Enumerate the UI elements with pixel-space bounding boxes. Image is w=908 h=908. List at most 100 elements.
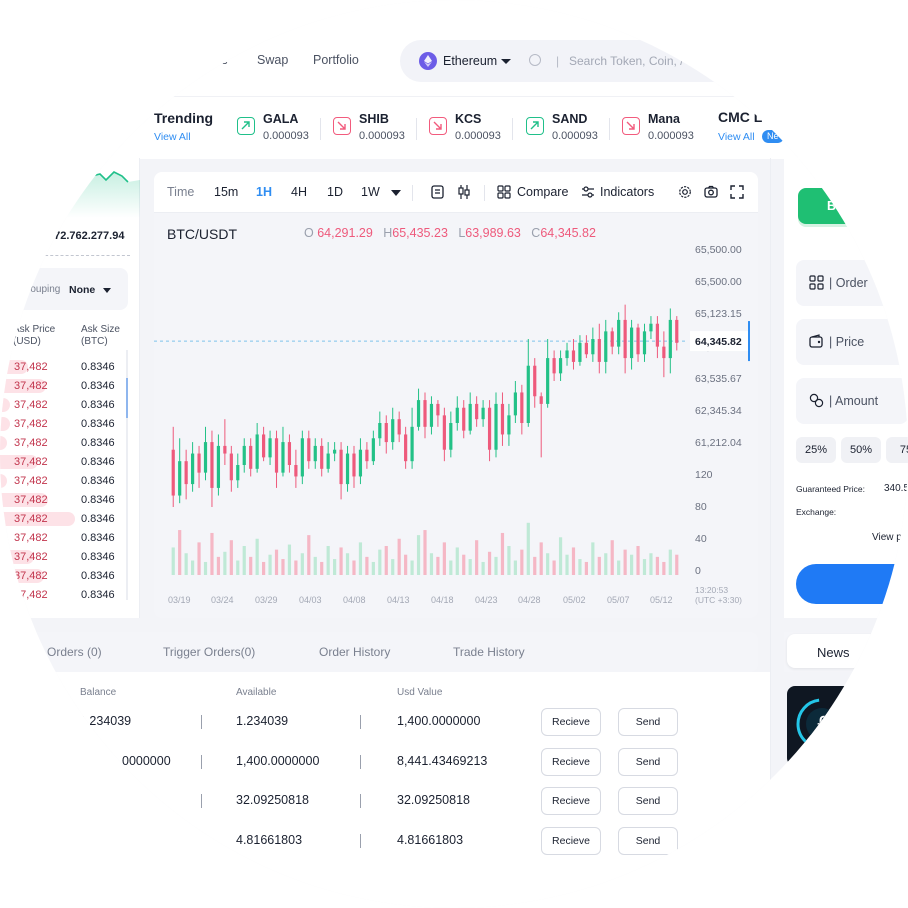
candle-body[interactable] — [462, 407, 466, 431]
candle-body[interactable] — [584, 342, 588, 355]
ask-price[interactable]: 37,482 — [14, 475, 48, 487]
candle-body[interactable] — [384, 423, 388, 443]
candle-body[interactable] — [249, 445, 253, 469]
timeframe-1h[interactable]: 1H — [256, 185, 272, 199]
candle-body[interactable] — [287, 442, 292, 465]
ask-price[interactable]: 37,482 — [14, 437, 48, 449]
trending-item-name[interactable]: KCS — [455, 112, 481, 126]
trending-view-all-link[interactable]: View All — [154, 131, 191, 143]
candle-body[interactable] — [571, 350, 576, 362]
trending-item-name[interactable]: SHIB — [359, 112, 389, 126]
candle-body[interactable] — [326, 453, 330, 469]
candle-body[interactable] — [642, 331, 647, 355]
candle-body[interactable] — [352, 453, 356, 477]
candle-body[interactable] — [455, 407, 459, 423]
percent-50-button[interactable]: 50% — [841, 437, 881, 463]
candle-body[interactable] — [500, 403, 505, 435]
candle-body[interactable] — [604, 331, 608, 362]
submit-trade-button[interactable] — [796, 564, 908, 604]
candle-body[interactable] — [197, 453, 201, 473]
candle-body[interactable] — [662, 346, 666, 359]
candle-body[interactable] — [449, 423, 453, 450]
candle-body[interactable] — [281, 442, 285, 473]
candle-body[interactable] — [468, 403, 472, 431]
indicators-button[interactable]: Indicators — [600, 185, 654, 199]
tab-trigger-orders[interactable]: Trigger Orders(0) — [163, 645, 255, 659]
candle-body[interactable] — [565, 350, 569, 359]
candle-body[interactable] — [345, 453, 350, 485]
candle-body[interactable] — [513, 392, 517, 416]
ask-price[interactable]: 37,482 — [14, 551, 48, 563]
candle-body[interactable] — [481, 407, 485, 420]
timeframe-1d[interactable]: 1D — [327, 185, 343, 199]
candlestick-chart[interactable]: 65,500.00 65,500.00 65,123.15 64,345.82 63,5… — [154, 212, 758, 618]
nav-link-swap[interactable]: Swap — [257, 53, 288, 67]
candle-body[interactable] — [320, 445, 324, 469]
send-button[interactable]: Send — [618, 747, 678, 776]
candle-body[interactable] — [313, 445, 317, 462]
candle-body[interactable] — [623, 319, 627, 359]
candle-body[interactable] — [597, 339, 601, 362]
candle-body[interactable] — [436, 403, 440, 416]
timeframe-4h[interactable]: 4H — [291, 185, 307, 199]
ask-price[interactable]: 37,482 — [14, 570, 48, 582]
candle-body[interactable] — [533, 365, 537, 397]
candle-body[interactable] — [539, 396, 543, 404]
candle-body[interactable] — [629, 327, 634, 359]
candle-body[interactable] — [203, 442, 208, 473]
candle-body[interactable] — [546, 358, 550, 404]
candle-body[interactable] — [294, 465, 298, 477]
candle-body[interactable] — [423, 400, 427, 427]
candle-body[interactable] — [339, 449, 343, 485]
buy-button[interactable] — [798, 188, 908, 224]
candle-body[interactable] — [526, 365, 530, 423]
gear-icon[interactable] — [678, 185, 692, 199]
ask-price[interactable]: 37,482 — [14, 399, 48, 411]
candle-body[interactable] — [178, 461, 182, 496]
candle-body[interactable] — [210, 442, 214, 488]
send-button[interactable]: Send — [618, 708, 678, 736]
candle-body[interactable] — [391, 419, 395, 443]
trending-item-name[interactable]: Mana — [648, 112, 680, 126]
fullscreen-icon[interactable] — [730, 185, 744, 199]
tab-open-orders[interactable]: Orders (0) — [47, 645, 102, 659]
candle-body[interactable] — [636, 327, 640, 355]
indicators-icon[interactable] — [581, 185, 595, 199]
timeframe-1w[interactable]: 1W — [361, 185, 380, 199]
candle-body[interactable] — [184, 461, 188, 485]
candle-body[interactable] — [223, 445, 227, 454]
ask-price[interactable]: 37,482 — [14, 361, 48, 373]
candle-body[interactable] — [429, 403, 434, 427]
candle-body[interactable] — [397, 419, 401, 435]
candle-body[interactable] — [242, 445, 246, 465]
candle-body[interactable] — [274, 438, 279, 473]
candle-body[interactable] — [236, 465, 240, 481]
candle-body[interactable] — [655, 323, 660, 347]
candle-body[interactable] — [507, 415, 511, 435]
camera-icon[interactable] — [704, 185, 718, 199]
recieve-button[interactable]: Recieve — [541, 787, 601, 815]
candle-body[interactable] — [558, 358, 563, 374]
candle-body[interactable] — [410, 426, 414, 462]
ask-price[interactable]: 37,482 — [14, 380, 48, 392]
tab-trade-history[interactable]: Trade History — [453, 645, 525, 659]
candle-body[interactable] — [617, 319, 621, 347]
candle-body[interactable] — [442, 415, 446, 450]
ask-price[interactable]: 37,482 — [14, 532, 48, 544]
chart-type-icon[interactable] — [431, 185, 444, 199]
candle-body[interactable] — [190, 453, 195, 485]
recieve-button[interactable]: Recieve — [541, 747, 601, 776]
timeframe-15m[interactable]: 15m — [214, 185, 238, 199]
candle-body[interactable] — [262, 434, 266, 458]
candle-settings-icon[interactable] — [457, 184, 471, 200]
chevron-down-icon[interactable] — [391, 190, 401, 196]
candle-body[interactable] — [229, 453, 233, 481]
view-link[interactable]: View p — [872, 532, 902, 543]
candle-body[interactable] — [171, 449, 175, 496]
candle-body[interactable] — [365, 449, 369, 462]
network-selector[interactable]: Ethereum — [443, 54, 497, 68]
candle-body[interactable] — [520, 392, 524, 423]
candle-body[interactable] — [371, 438, 375, 462]
scrollbar-thumb[interactable] — [126, 378, 128, 418]
candle-body[interactable] — [668, 319, 672, 359]
